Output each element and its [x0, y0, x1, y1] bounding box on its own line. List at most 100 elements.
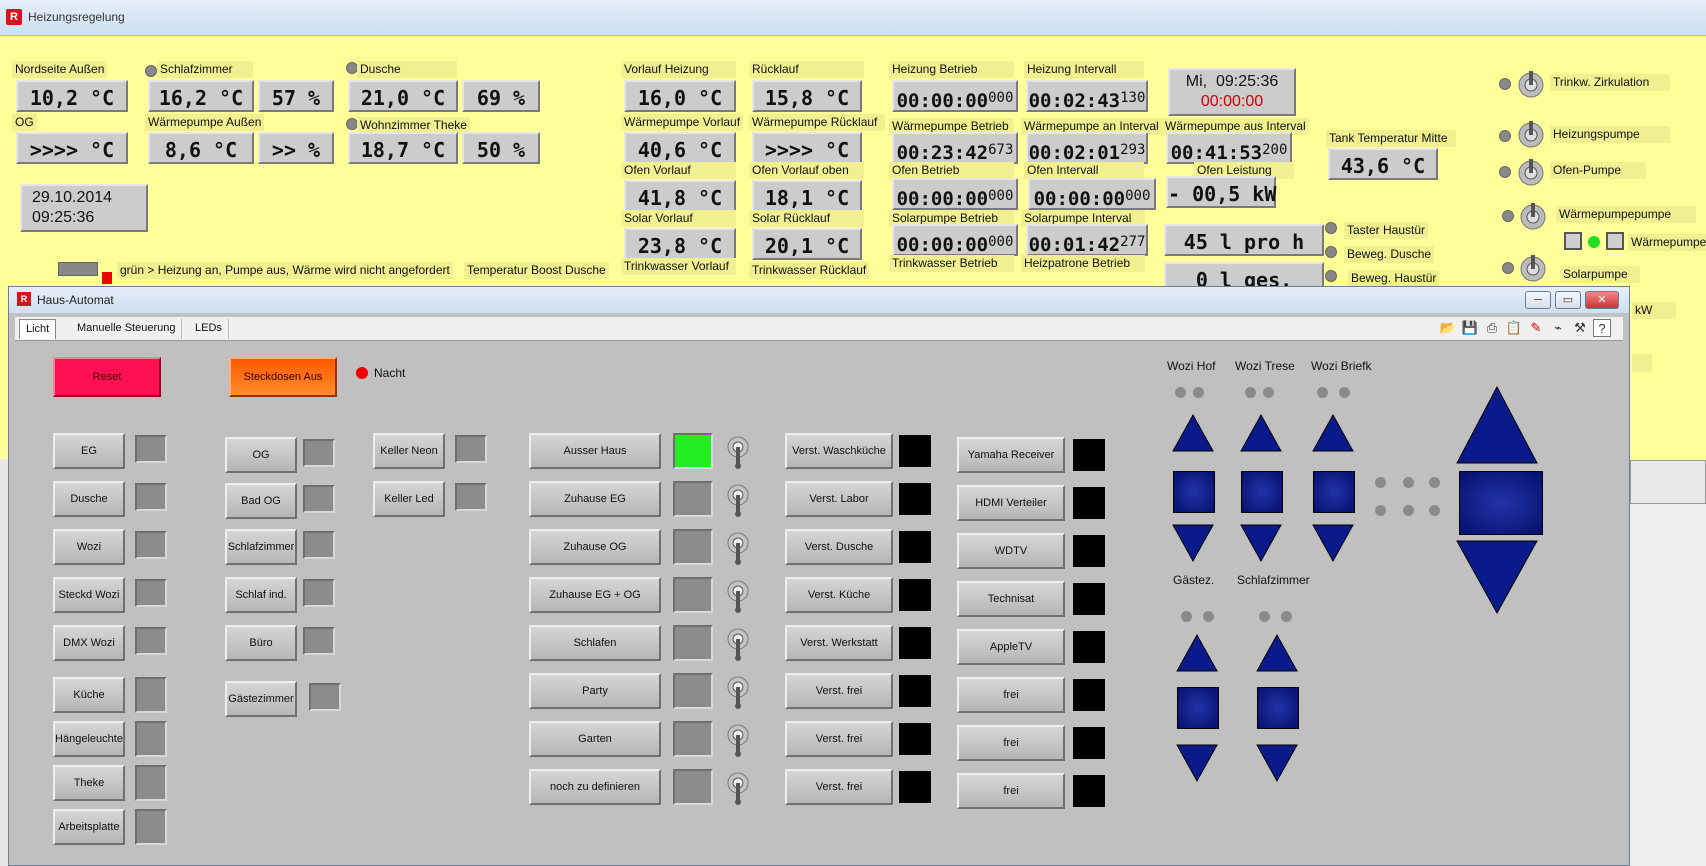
pump-toggle-icon[interactable] — [1518, 70, 1544, 100]
blind-stop-button[interactable] — [1257, 687, 1299, 729]
tab-leds[interactable]: LEDs — [189, 319, 229, 339]
scene-button-party[interactable]: Party — [529, 673, 661, 709]
scene-status — [673, 529, 713, 565]
open-folder-icon[interactable]: 📂 — [1439, 319, 1457, 337]
light-button-keller-neon[interactable]: Keller Neon — [373, 433, 445, 469]
blind-down-arrow-icon[interactable] — [1239, 523, 1283, 563]
clipboard-icon[interactable]: 📋 — [1505, 319, 1523, 337]
light-button-og[interactable]: OG — [225, 437, 297, 473]
blind-stop-button[interactable] — [1177, 687, 1219, 729]
light-button-wozi[interactable]: Wozi — [53, 529, 125, 565]
wp-right-button[interactable] — [1606, 232, 1624, 250]
blind-down-arrow-icon[interactable] — [1255, 743, 1299, 783]
all-blinds-down-arrow-icon[interactable] — [1455, 539, 1539, 615]
amp-button[interactable]: Verst. Labor — [785, 481, 893, 517]
light-button-theke[interactable]: Theke — [53, 765, 125, 801]
pump-toggle-icon[interactable] — [1520, 254, 1546, 284]
scene-toggle-icon[interactable] — [727, 675, 749, 709]
amp-button[interactable]: Verst. Dusche — [785, 529, 893, 565]
light-button-haengeleuchte[interactable]: Hängeleuchte — [53, 721, 125, 757]
pump-toggle-icon[interactable] — [1518, 120, 1544, 150]
device-button[interactable]: frei — [957, 773, 1065, 809]
scene-toggle-icon[interactable] — [727, 771, 749, 805]
light-button-eg[interactable]: EG — [53, 433, 125, 469]
save-icon[interactable]: 💾 — [1461, 319, 1479, 337]
device-button[interactable]: Yamaha Receiver — [957, 437, 1065, 473]
reset-button[interactable]: Reset — [53, 357, 161, 397]
device-button[interactable]: WDTV — [957, 533, 1065, 569]
blind-up-arrow-icon[interactable] — [1239, 413, 1283, 453]
light-button-gaestezimmer[interactable]: Gästezimmer — [225, 681, 297, 717]
group-dot — [1429, 477, 1440, 488]
link-icon[interactable]: ⌁ — [1549, 319, 1567, 337]
light-status — [135, 677, 167, 713]
scene-button-garten[interactable]: Garten — [529, 721, 661, 757]
blind-label: Wozi Trese — [1235, 359, 1295, 373]
light-button-arbeitsplatte[interactable]: Arbeitsplatte — [53, 809, 125, 845]
blind-up-arrow-icon[interactable] — [1175, 633, 1219, 673]
blind-up-arrow-icon[interactable] — [1311, 413, 1355, 453]
amp-button[interactable]: Verst. frei — [785, 721, 893, 757]
help-icon[interactable]: ? — [1593, 319, 1611, 337]
light-button-kueche[interactable]: Küche — [53, 677, 125, 713]
light-button-bad-og[interactable]: Bad OG — [225, 483, 297, 519]
amp-button[interactable]: Verst. Werkstatt — [785, 625, 893, 661]
blind-stop-button[interactable] — [1241, 471, 1283, 513]
close-button[interactable]: ✕ — [1585, 291, 1619, 309]
background-left-fragment — [0, 460, 8, 866]
group-dot — [1429, 505, 1440, 516]
light-button-keller-led[interactable]: Keller Led — [373, 481, 445, 517]
blind-down-arrow-icon[interactable] — [1311, 523, 1355, 563]
device-button[interactable]: AppleTV — [957, 629, 1065, 665]
pump-toggle-icon[interactable] — [1518, 158, 1544, 188]
light-button-buero[interactable]: Büro — [225, 625, 297, 661]
pump-toggle-icon[interactable] — [1520, 202, 1546, 232]
device-button[interactable]: frei — [957, 677, 1065, 713]
timer-value: 00:00:00000 — [1028, 178, 1156, 210]
scene-toggle-icon[interactable] — [727, 531, 749, 565]
blind-stop-button[interactable] — [1173, 471, 1215, 513]
sensor-label: Solar Rücklauf — [749, 210, 864, 227]
light-button-schlafzimmer[interactable]: Schlafzimmer — [225, 529, 297, 565]
steckdosen-aus-button[interactable]: Steckdosen Aus — [229, 357, 337, 397]
wp-left-button[interactable] — [1564, 232, 1582, 250]
amp-button[interactable]: Verst. Küche — [785, 577, 893, 613]
tab-manuelle-steuerung[interactable]: Manuelle Steuerung — [71, 319, 183, 339]
maximize-button[interactable]: ▭ — [1555, 291, 1581, 309]
amp-button[interactable]: Verst. frei — [785, 769, 893, 805]
scene-toggle-icon[interactable] — [727, 435, 749, 469]
blind-up-arrow-icon[interactable] — [1171, 413, 1215, 453]
light-button-schlaf-ind[interactable]: Schlaf ind. — [225, 577, 297, 613]
device-button[interactable]: frei — [957, 725, 1065, 761]
tab-licht[interactable]: Licht — [19, 319, 57, 339]
scene-button-zuhause-eg-og[interactable]: Zuhause EG + OG — [529, 577, 661, 613]
tools-icon[interactable]: ⚒ — [1571, 319, 1589, 337]
print-icon[interactable]: ⎙ — [1483, 319, 1501, 337]
light-button-steckd-wozi[interactable]: Steckd Wozi — [53, 577, 125, 613]
minimize-button[interactable]: ─ — [1525, 291, 1551, 309]
scene-toggle-icon[interactable] — [727, 483, 749, 517]
scene-toggle-icon[interactable] — [727, 579, 749, 613]
scene-button-ausser-haus[interactable]: Ausser Haus — [529, 433, 661, 469]
pen-icon[interactable]: ✎ — [1527, 319, 1545, 337]
light-button-dusche[interactable]: Dusche — [53, 481, 125, 517]
blind-up-arrow-icon[interactable] — [1255, 633, 1299, 673]
scene-button-zuhause-og[interactable]: Zuhause OG — [529, 529, 661, 565]
scene-button-noch-zu-definieren[interactable]: noch zu definieren — [529, 769, 661, 805]
all-blinds-stop-button[interactable] — [1459, 471, 1543, 535]
scene-toggle-icon[interactable] — [727, 627, 749, 661]
scene-button-zuhause-eg[interactable]: Zuhause EG — [529, 481, 661, 517]
scene-toggle-icon[interactable] — [727, 723, 749, 757]
blind-stop-button[interactable] — [1313, 471, 1355, 513]
device-button[interactable]: Technisat — [957, 581, 1065, 617]
light-status — [303, 579, 335, 607]
blind-down-arrow-icon[interactable] — [1171, 523, 1215, 563]
all-blinds-up-arrow-icon[interactable] — [1455, 385, 1539, 465]
device-button[interactable]: HDMI Verteiler — [957, 485, 1065, 521]
amp-button[interactable]: Verst. frei — [785, 673, 893, 709]
light-button-dmx-wozi[interactable]: DMX Wozi — [53, 625, 125, 661]
blind-down-arrow-icon[interactable] — [1175, 743, 1219, 783]
amp-button[interactable]: Verst. Waschküche — [785, 433, 893, 469]
input-dot — [1325, 222, 1337, 234]
scene-button-schlafen[interactable]: Schlafen — [529, 625, 661, 661]
